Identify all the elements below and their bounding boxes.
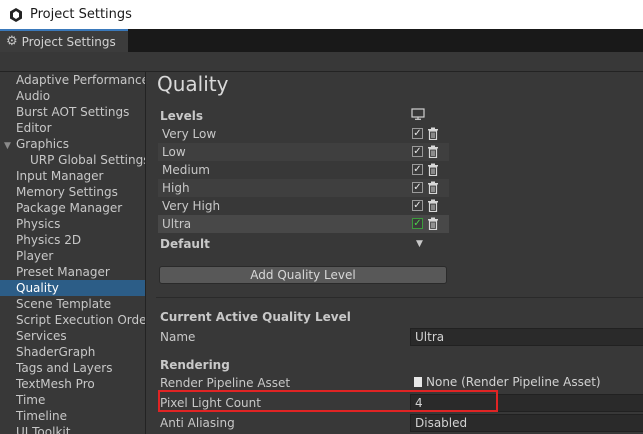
unity-logo-icon bbox=[10, 7, 22, 22]
sidebar-item-graphics[interactable]: ▼ Graphics bbox=[0, 136, 145, 152]
sidebar-item-time[interactable]: Time bbox=[0, 392, 145, 408]
levels-header: Levels bbox=[160, 109, 204, 123]
current-active-level-header: Current Active Quality Level bbox=[160, 310, 351, 324]
render-pipeline-asset-label: Render Pipeline Asset bbox=[160, 376, 291, 390]
sidebar-item-quality[interactable]: Quality bbox=[0, 280, 145, 296]
quality-level-name: Ultra bbox=[162, 217, 192, 231]
add-quality-level-button[interactable]: Add Quality Level bbox=[159, 266, 447, 284]
quality-level-name: Very High bbox=[162, 199, 221, 213]
sidebar-item-editor[interactable]: Editor bbox=[0, 120, 145, 136]
monitor-icon bbox=[411, 108, 425, 120]
sidebar-item-adaptive-performance[interactable]: Adaptive Performance bbox=[0, 72, 145, 88]
trash-icon[interactable] bbox=[427, 127, 439, 140]
default-row: Default ▼ bbox=[160, 237, 451, 255]
sidebar: Adaptive Performance Audio Burst AOT Set… bbox=[0, 72, 146, 434]
trash-icon[interactable] bbox=[427, 181, 439, 194]
toolbar bbox=[0, 52, 643, 72]
quality-level-row[interactable]: Low ✓ bbox=[158, 143, 449, 161]
sidebar-item-tags-and-layers[interactable]: Tags and Layers bbox=[0, 360, 145, 376]
document-icon bbox=[414, 377, 422, 387]
level-default-checkbox[interactable]: ✓ bbox=[412, 218, 423, 229]
quality-level-name: Very Low bbox=[162, 127, 217, 141]
anti-aliasing-dropdown[interactable]: Disabled bbox=[410, 414, 643, 432]
name-label: Name bbox=[160, 330, 196, 344]
trash-icon[interactable] bbox=[427, 163, 439, 176]
sidebar-item-audio[interactable]: Audio bbox=[0, 88, 145, 104]
sidebar-item-input-manager[interactable]: Input Manager bbox=[0, 168, 145, 184]
gear-icon: ⚙ bbox=[6, 34, 18, 49]
trash-icon[interactable] bbox=[427, 199, 439, 212]
sidebar-item-script-execution-order[interactable]: Script Execution Order bbox=[0, 312, 145, 328]
level-enabled-checkbox[interactable]: ✓ bbox=[412, 182, 423, 193]
render-pipeline-asset-value: None (Render Pipeline Asset) bbox=[426, 375, 601, 389]
quality-level-row[interactable]: High ✓ bbox=[158, 179, 449, 197]
window-titlebar: Project Settings bbox=[0, 0, 643, 29]
dropdown-arrow-icon[interactable]: ▼ bbox=[416, 239, 423, 249]
page-title: Quality bbox=[157, 72, 229, 96]
tab-label: Project Settings bbox=[21, 34, 116, 49]
sidebar-item-physics[interactable]: Physics bbox=[0, 216, 145, 232]
sidebar-item-label: Graphics bbox=[16, 137, 69, 151]
quality-level-row-active[interactable]: Ultra ✓ bbox=[158, 215, 449, 233]
section-divider bbox=[156, 297, 643, 298]
sidebar-item-urp-global-settings[interactable]: URP Global Settings bbox=[0, 152, 145, 168]
level-enabled-checkbox[interactable]: ✓ bbox=[412, 146, 423, 157]
pixel-light-count-field[interactable]: 4 bbox=[410, 394, 643, 412]
sidebar-item-preset-manager[interactable]: Preset Manager bbox=[0, 264, 145, 280]
sidebar-item-scene-template[interactable]: Scene Template bbox=[0, 296, 145, 312]
window-title: Project Settings bbox=[30, 7, 132, 22]
sidebar-item-services[interactable]: Services bbox=[0, 328, 145, 344]
level-enabled-checkbox[interactable]: ✓ bbox=[412, 200, 423, 211]
sidebar-item-memory-settings[interactable]: Memory Settings bbox=[0, 184, 145, 200]
name-field[interactable]: Ultra bbox=[410, 328, 643, 346]
sidebar-item-shadergraph[interactable]: ShaderGraph bbox=[0, 344, 145, 360]
level-enabled-checkbox[interactable]: ✓ bbox=[412, 128, 423, 139]
sidebar-item-timeline[interactable]: Timeline bbox=[0, 408, 145, 424]
quality-level-name: Low bbox=[162, 145, 186, 159]
default-label: Default bbox=[160, 237, 210, 251]
sidebar-item-textmesh-pro[interactable]: TextMesh Pro bbox=[0, 376, 145, 392]
tab-project-settings[interactable]: ⚙ Project Settings bbox=[0, 29, 128, 52]
rendering-header: Rendering bbox=[160, 358, 230, 372]
quality-level-name: High bbox=[162, 181, 190, 195]
sidebar-item-physics-2d[interactable]: Physics 2D bbox=[0, 232, 145, 248]
quality-panel: Quality Levels Very Low ✓ Low ✓ Medium ✓… bbox=[148, 72, 643, 434]
render-pipeline-asset-field[interactable]: None (Render Pipeline Asset) bbox=[410, 374, 643, 392]
fold-open-icon[interactable]: ▼ bbox=[4, 138, 16, 154]
quality-level-row[interactable]: Medium ✓ bbox=[158, 161, 449, 179]
sidebar-item-ui-toolkit[interactable]: UI Toolkit bbox=[0, 424, 145, 434]
anti-aliasing-label: Anti Aliasing bbox=[160, 416, 235, 430]
sidebar-item-player[interactable]: Player bbox=[0, 248, 145, 264]
level-enabled-checkbox[interactable]: ✓ bbox=[412, 164, 423, 175]
quality-level-row[interactable]: Very Low ✓ bbox=[158, 125, 449, 143]
trash-icon[interactable] bbox=[427, 217, 439, 230]
trash-icon[interactable] bbox=[427, 145, 439, 158]
sidebar-item-burst-aot-settings[interactable]: Burst AOT Settings bbox=[0, 104, 145, 120]
sidebar-item-package-manager[interactable]: Package Manager bbox=[0, 200, 145, 216]
pixel-light-count-label: Pixel Light Count bbox=[160, 396, 261, 410]
quality-level-name: Medium bbox=[162, 163, 210, 177]
quality-level-row[interactable]: Very High ✓ bbox=[158, 197, 449, 215]
tab-strip: ⚙ Project Settings bbox=[0, 29, 643, 52]
quality-levels-list: Very Low ✓ Low ✓ Medium ✓ High ✓ Very Hi… bbox=[158, 125, 449, 233]
